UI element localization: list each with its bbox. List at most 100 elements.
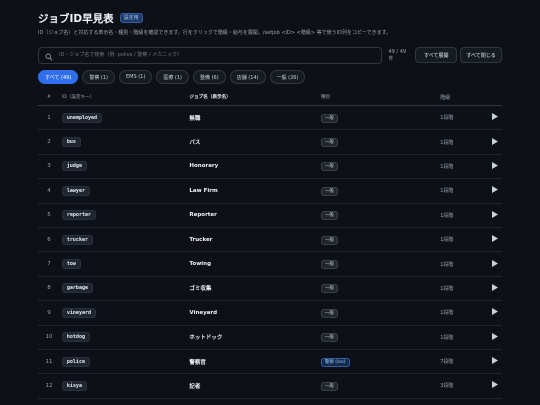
play-icon — [491, 357, 498, 365]
expand-row-button[interactable] — [487, 154, 502, 180]
job-id-key[interactable]: judge — [61, 161, 87, 172]
tab-shop[interactable]: 店舗 (14) — [229, 70, 266, 84]
grade-count: 1段階 — [440, 129, 488, 155]
expand-row-button[interactable] — [487, 129, 502, 155]
filter-tabs: すべて (49) 警察 (1) EMS (1) 医療 (1) 整備 (6) 店舗… — [38, 70, 502, 84]
collapse-all-button[interactable]: すべて閉じる — [460, 47, 502, 63]
expand-row-button[interactable] — [487, 325, 502, 350]
job-id-key[interactable]: lawyer — [61, 185, 90, 196]
tab-ems[interactable]: EMS (1) — [119, 70, 153, 84]
play-icon — [491, 137, 498, 145]
job-type-badge: 一般 — [320, 308, 338, 318]
play-icon — [491, 259, 498, 267]
grade-count: 1段階 — [440, 227, 488, 253]
grade-count: 1段階 — [440, 203, 488, 228]
grade-count: 1段階 — [440, 251, 488, 277]
play-icon — [491, 332, 498, 340]
grade-count: 3段階 — [440, 373, 488, 399]
play-icon — [491, 235, 498, 243]
row-number: 8 — [38, 276, 60, 302]
table-row[interactable]: 6 trucker Trucker 一般 1段階 — [38, 227, 502, 253]
result-count: 49 / 49 件 — [388, 48, 407, 62]
table-row[interactable]: 7 tow Towing 一般 1段階 — [38, 251, 502, 277]
expand-row-button[interactable] — [487, 300, 502, 326]
job-name: バス — [189, 129, 321, 155]
table-body: 1 unemployed 無職 一般 1段階 2 bus バス 一般 1段階 3 judge Honor… — [38, 105, 502, 399]
expand-all-button[interactable]: すべて展開 — [415, 47, 458, 63]
table-row[interactable]: 2 bus バス 一般 1段階 — [38, 129, 502, 155]
job-id-key[interactable]: reporter — [61, 210, 96, 221]
job-type-badge: 一般 — [320, 211, 338, 221]
header-type: 種別 — [320, 89, 441, 106]
tab-police[interactable]: 警察 (1) — [82, 70, 115, 84]
play-icon — [491, 308, 498, 316]
play-icon — [491, 113, 498, 121]
job-type-badge: 一般 — [320, 284, 338, 294]
row-number: 3 — [38, 154, 60, 180]
job-name: 記者 — [189, 373, 321, 399]
search-input[interactable] — [57, 51, 361, 59]
job-id-key[interactable]: garbage — [61, 283, 93, 294]
job-type-badge: 警察 (leo) — [320, 357, 350, 367]
table-row[interactable]: 10 hotdog ホットドック 一般 1段階 — [38, 325, 502, 350]
job-type-badge: 一般 — [320, 235, 338, 245]
grade-count: 7段階 — [440, 349, 488, 375]
table-row[interactable]: 9 vineyard Vineyard 一般 1段階 — [38, 300, 502, 326]
header-name: ジョブ名（表示名） — [189, 89, 321, 106]
job-type-badge: 一般 — [320, 260, 338, 270]
row-number: 12 — [38, 373, 60, 399]
table-row[interactable]: 12 kisya 記者 一般 3段階 — [38, 373, 502, 399]
job-id-page: ジョブID早見表 設定用 ID（ジョブ名）と対応する表示名・種別・階級を確認でき… — [38, 10, 502, 399]
row-number: 1 — [38, 105, 60, 131]
tab-medical[interactable]: 医療 (1) — [156, 70, 190, 84]
search-box[interactable] — [38, 46, 383, 65]
table-row[interactable]: 4 lawyer Law Firm 一般 1段階 — [38, 178, 502, 204]
table-row[interactable]: 3 judge Honorary 一般 1段階 — [38, 154, 502, 180]
expand-row-button[interactable] — [487, 227, 502, 253]
job-name: 無職 — [189, 105, 321, 131]
expand-row-button[interactable] — [487, 251, 502, 277]
job-id-key[interactable]: bus — [61, 137, 81, 148]
search-icon — [45, 46, 53, 65]
grade-count: 1段階 — [440, 325, 488, 350]
job-name: Trucker — [189, 227, 321, 253]
job-type-badge: 一般 — [320, 138, 338, 148]
expand-row-button[interactable] — [487, 178, 502, 204]
job-id-key[interactable]: vineyard — [61, 307, 96, 318]
table-row[interactable]: 1 unemployed 無職 一般 1段階 — [38, 105, 502, 131]
expand-row-button[interactable] — [487, 373, 502, 399]
table-row[interactable]: 8 garbage ゴミ収集 一般 1段階 — [38, 276, 502, 302]
expand-row-button[interactable] — [487, 276, 502, 302]
header-num: # — [38, 89, 60, 106]
row-number: 4 — [38, 178, 60, 204]
job-id-key[interactable]: hotdog — [61, 332, 90, 343]
job-name: Law Firm — [189, 178, 321, 204]
job-name: ホットドック — [189, 325, 321, 350]
table-row[interactable]: 11 police 警察官 警察 (leo) 7段階 — [38, 349, 502, 375]
job-table: # ID（設定キー） ジョブ名（表示名） 種別 階級 1 unemployed 無職… — [38, 89, 502, 399]
job-id-key[interactable]: tow — [61, 259, 81, 270]
table-row[interactable]: 5 reporter Reporter 一般 1段階 — [38, 203, 502, 228]
job-id-key[interactable]: unemployed — [61, 112, 103, 123]
table-header-row: # ID（設定キー） ジョブ名（表示名） 種別 階級 — [38, 89, 502, 106]
play-icon — [491, 283, 498, 291]
job-name: Towing — [189, 251, 321, 277]
tab-general[interactable]: 一般 (26) — [269, 70, 306, 84]
job-type-badge: 一般 — [320, 333, 338, 343]
job-id-key[interactable]: trucker — [61, 234, 93, 245]
job-id-key[interactable]: kisya — [61, 380, 87, 391]
job-id-key[interactable]: police — [61, 356, 90, 367]
play-icon — [491, 161, 498, 169]
play-icon — [491, 381, 498, 389]
tab-mechanic[interactable]: 整備 (6) — [193, 70, 226, 84]
job-name: Reporter — [189, 203, 321, 228]
expand-row-button[interactable] — [487, 105, 502, 131]
job-type-badge: 一般 — [320, 186, 338, 196]
row-number: 11 — [38, 349, 60, 375]
play-icon — [491, 186, 498, 194]
row-number: 7 — [38, 251, 60, 277]
row-number: 5 — [38, 203, 60, 228]
expand-row-button[interactable] — [487, 203, 502, 228]
tab-all[interactable]: すべて (49) — [38, 70, 79, 84]
expand-row-button[interactable] — [487, 349, 502, 375]
